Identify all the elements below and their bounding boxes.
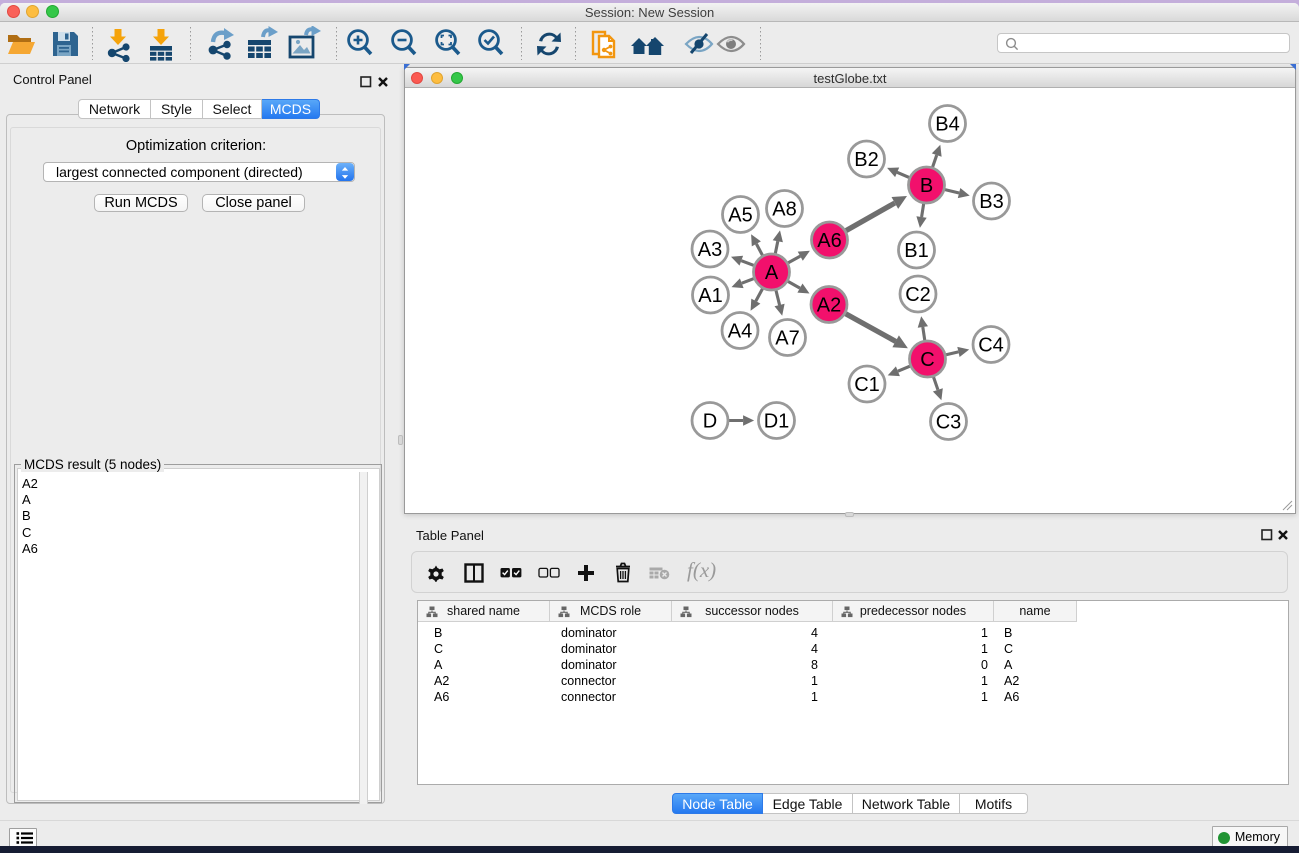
svg-text:C3: C3: [936, 412, 962, 434]
svg-text:A4: A4: [728, 321, 752, 343]
svg-text:A2: A2: [817, 295, 841, 317]
svg-text:A1: A1: [698, 285, 722, 307]
svg-text:A5: A5: [728, 205, 752, 227]
svg-text:D1: D1: [764, 411, 790, 433]
svg-text:A6: A6: [817, 230, 841, 252]
svg-text:C1: C1: [854, 374, 880, 396]
svg-text:B: B: [920, 175, 933, 197]
svg-text:A: A: [765, 262, 779, 284]
svg-text:A3: A3: [698, 239, 722, 261]
svg-text:C2: C2: [905, 284, 931, 306]
svg-text:C: C: [920, 349, 934, 371]
svg-text:D: D: [703, 411, 717, 433]
svg-text:C4: C4: [978, 335, 1004, 357]
svg-text:B1: B1: [904, 240, 928, 262]
svg-text:B2: B2: [854, 149, 878, 171]
svg-text:B3: B3: [979, 191, 1003, 213]
svg-text:B4: B4: [935, 114, 959, 136]
svg-text:A8: A8: [772, 199, 796, 221]
svg-text:A7: A7: [775, 328, 799, 350]
